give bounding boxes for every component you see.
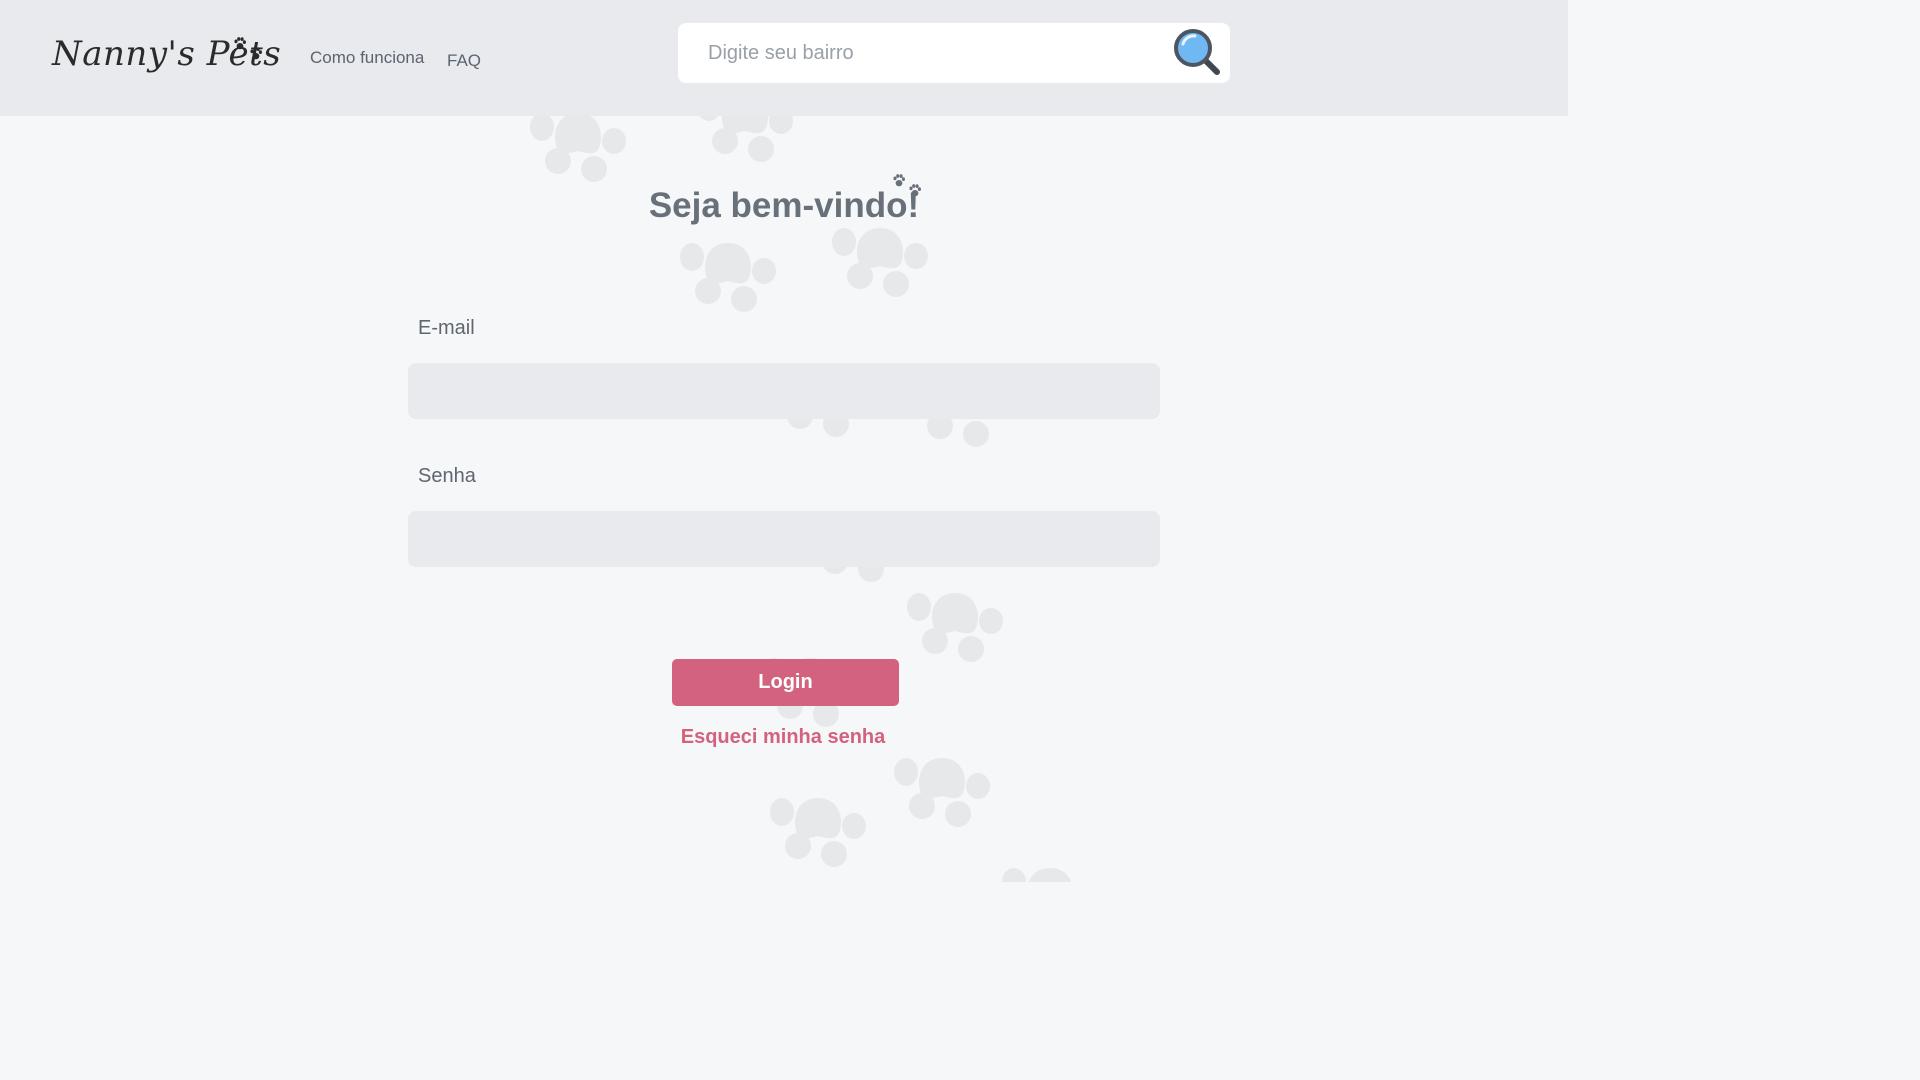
email-label: E-mail [418,317,475,339]
page-title: Seja bem-vindo! [648,186,920,225]
nav-link-faq[interactable]: FAQ [447,51,481,71]
nav-link-como-funciona[interactable]: Como funciona [310,48,424,68]
email-field[interactable] [408,363,1160,419]
search-bar [678,23,1230,83]
password-field[interactable] [408,511,1160,567]
login-button[interactable]: Login [672,659,899,706]
password-label: Senha [418,465,476,487]
paw-prints-icon [234,37,262,60]
background-paw-pattern [530,116,1098,882]
top-header: Nanny's Pets Como funciona FAQ [0,0,1568,116]
forgot-password-link[interactable]: Esqueci minha senha [0,726,1566,749]
paw-prints-icon [893,174,921,197]
search-input[interactable] [708,37,1148,69]
magnifying-glass-icon[interactable] [1172,27,1224,79]
